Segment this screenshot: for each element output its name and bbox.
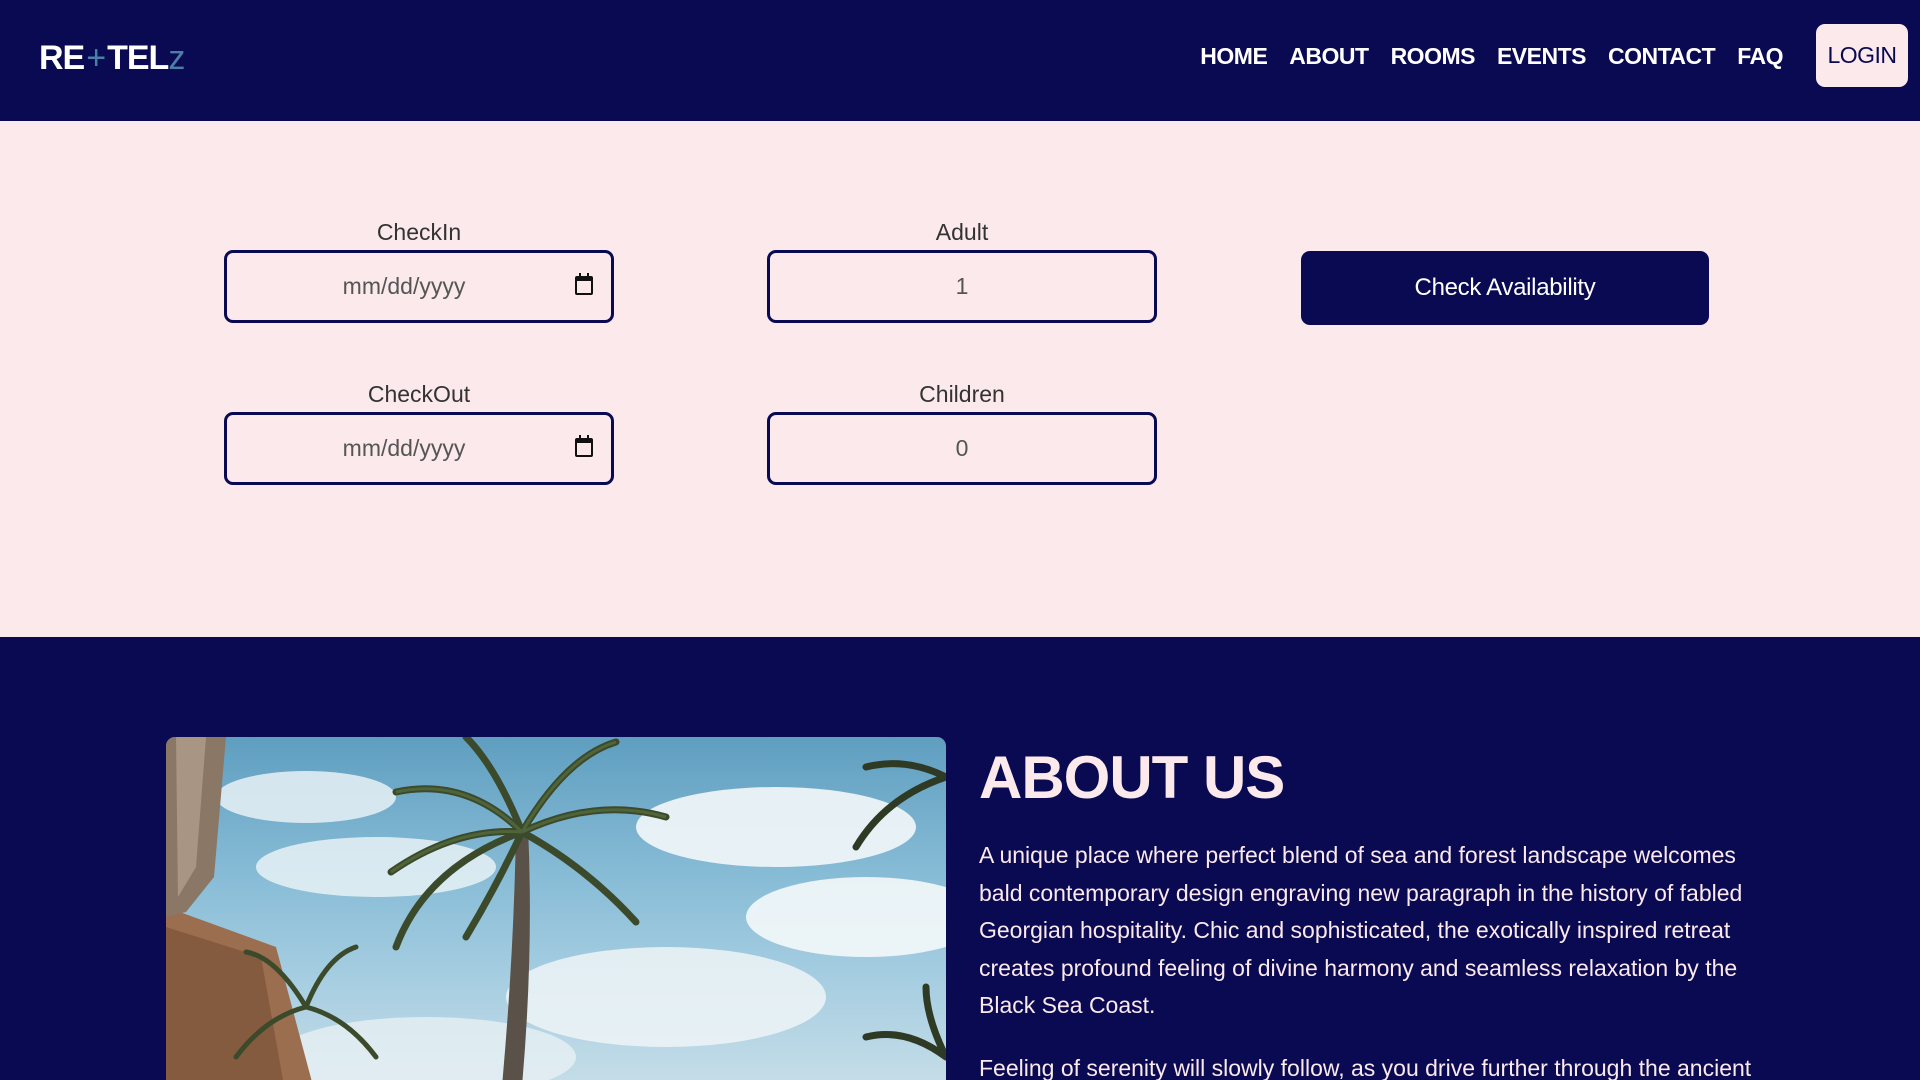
about-section: ABOUT US A unique place where perfect bl… (0, 637, 1920, 1080)
about-title: ABOUT US (979, 744, 1285, 811)
brand-logo[interactable]: RE+TELz (39, 38, 185, 78)
adult-field-group: Adult 1 (767, 219, 1157, 323)
adult-label: Adult (935, 219, 989, 245)
checkout-placeholder: mm/dd/yyyy (342, 435, 466, 461)
nav-about-link[interactable]: ABOUT (1289, 41, 1369, 71)
checkin-field-group: CheckIn mm/dd/yyyy (224, 219, 614, 323)
checkin-label: CheckIn (376, 219, 462, 245)
children-field-group: Children 0 (767, 381, 1157, 485)
nav-contact-link[interactable]: CONTACT (1608, 41, 1716, 71)
palm-trees-image (166, 737, 946, 1080)
checkin-date-input[interactable]: mm/dd/yyyy (224, 250, 614, 323)
calendar-icon[interactable] (575, 435, 593, 457)
palm-trees-illustration (166, 737, 946, 1080)
nav-faq-link[interactable]: FAQ (1737, 41, 1783, 71)
navbar: RE+TELz HOME ABOUT ROOMS EVENTS CONTACT … (0, 0, 1920, 121)
logo-z: z (168, 39, 185, 77)
children-label: Children (919, 381, 1005, 407)
booking-section: CheckIn mm/dd/yyyy Adult 1 Check Availab… (0, 121, 1920, 637)
about-paragraph-1: A unique place where perfect blend of se… (979, 842, 1743, 1019)
nav-rooms-link[interactable]: ROOMS (1391, 41, 1476, 71)
logo-part-tel: TEL (107, 39, 169, 77)
children-number-input[interactable]: 0 (767, 412, 1157, 485)
about-paragraph-2: Feeling of serenity will slowly follow, … (979, 1055, 1752, 1080)
check-availability-button[interactable]: Check Availability (1301, 251, 1709, 325)
login-button[interactable]: LOGIN (1816, 24, 1908, 87)
checkout-label: CheckOut (367, 381, 471, 407)
children-value: 0 (955, 435, 969, 461)
calendar-icon[interactable] (575, 273, 593, 295)
checkout-field-group: CheckOut mm/dd/yyyy (224, 381, 614, 485)
logo-part-re: RE (39, 39, 85, 77)
checkin-placeholder: mm/dd/yyyy (342, 273, 466, 299)
nav-home-link[interactable]: HOME (1200, 41, 1268, 71)
adult-value: 1 (955, 273, 969, 299)
adult-number-input[interactable]: 1 (767, 250, 1157, 323)
checkout-date-input[interactable]: mm/dd/yyyy (224, 412, 614, 485)
logo-plus: + (86, 39, 106, 77)
nav-events-link[interactable]: EVENTS (1497, 41, 1587, 71)
main-nav: HOME ABOUT ROOMS EVENTS CONTACT FAQ (1200, 41, 1783, 71)
